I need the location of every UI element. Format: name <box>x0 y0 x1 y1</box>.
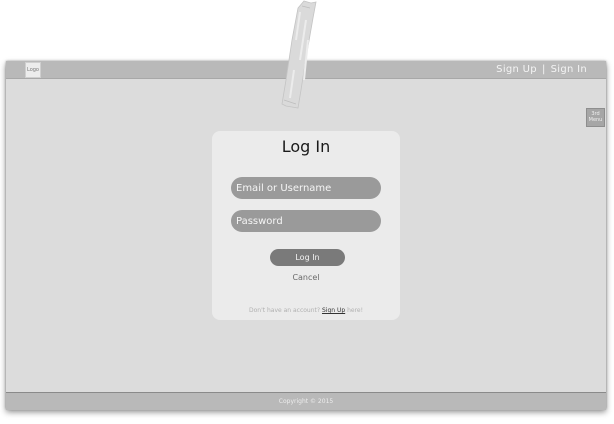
cancel-link[interactable]: Cancel <box>212 273 400 282</box>
signin-nav-link[interactable]: Sign In <box>551 64 587 75</box>
logo[interactable]: Logo <box>25 62 41 78</box>
signup-prompt: Don't have an account? Sign Up here! <box>212 307 400 314</box>
footer: Copyright © 2015 <box>6 392 606 410</box>
nav-links: Sign Up | Sign In <box>496 61 587 78</box>
third-menu-button[interactable]: 3rd Menu <box>586 108 605 127</box>
signup-link[interactable]: Sign Up <box>322 307 345 314</box>
password-input[interactable] <box>231 210 381 232</box>
signup-prompt-pre: Don't have an account? <box>248 307 322 314</box>
third-menu-label-line2: Menu <box>588 117 603 123</box>
login-card: Log In Log In Cancel Don't have an accou… <box>212 131 400 320</box>
login-title: Log In <box>281 137 331 156</box>
wireframe-page: Logo Sign Up | Sign In 3rd Menu Log In Log… <box>6 61 606 410</box>
login-button[interactable]: Log In <box>270 249 345 266</box>
email-username-input[interactable] <box>231 177 381 199</box>
signup-prompt-post: here! <box>345 307 364 314</box>
signup-nav-link[interactable]: Sign Up <box>496 64 537 75</box>
tape-strip-icon <box>281 0 317 109</box>
nav-separator: | <box>541 64 546 75</box>
